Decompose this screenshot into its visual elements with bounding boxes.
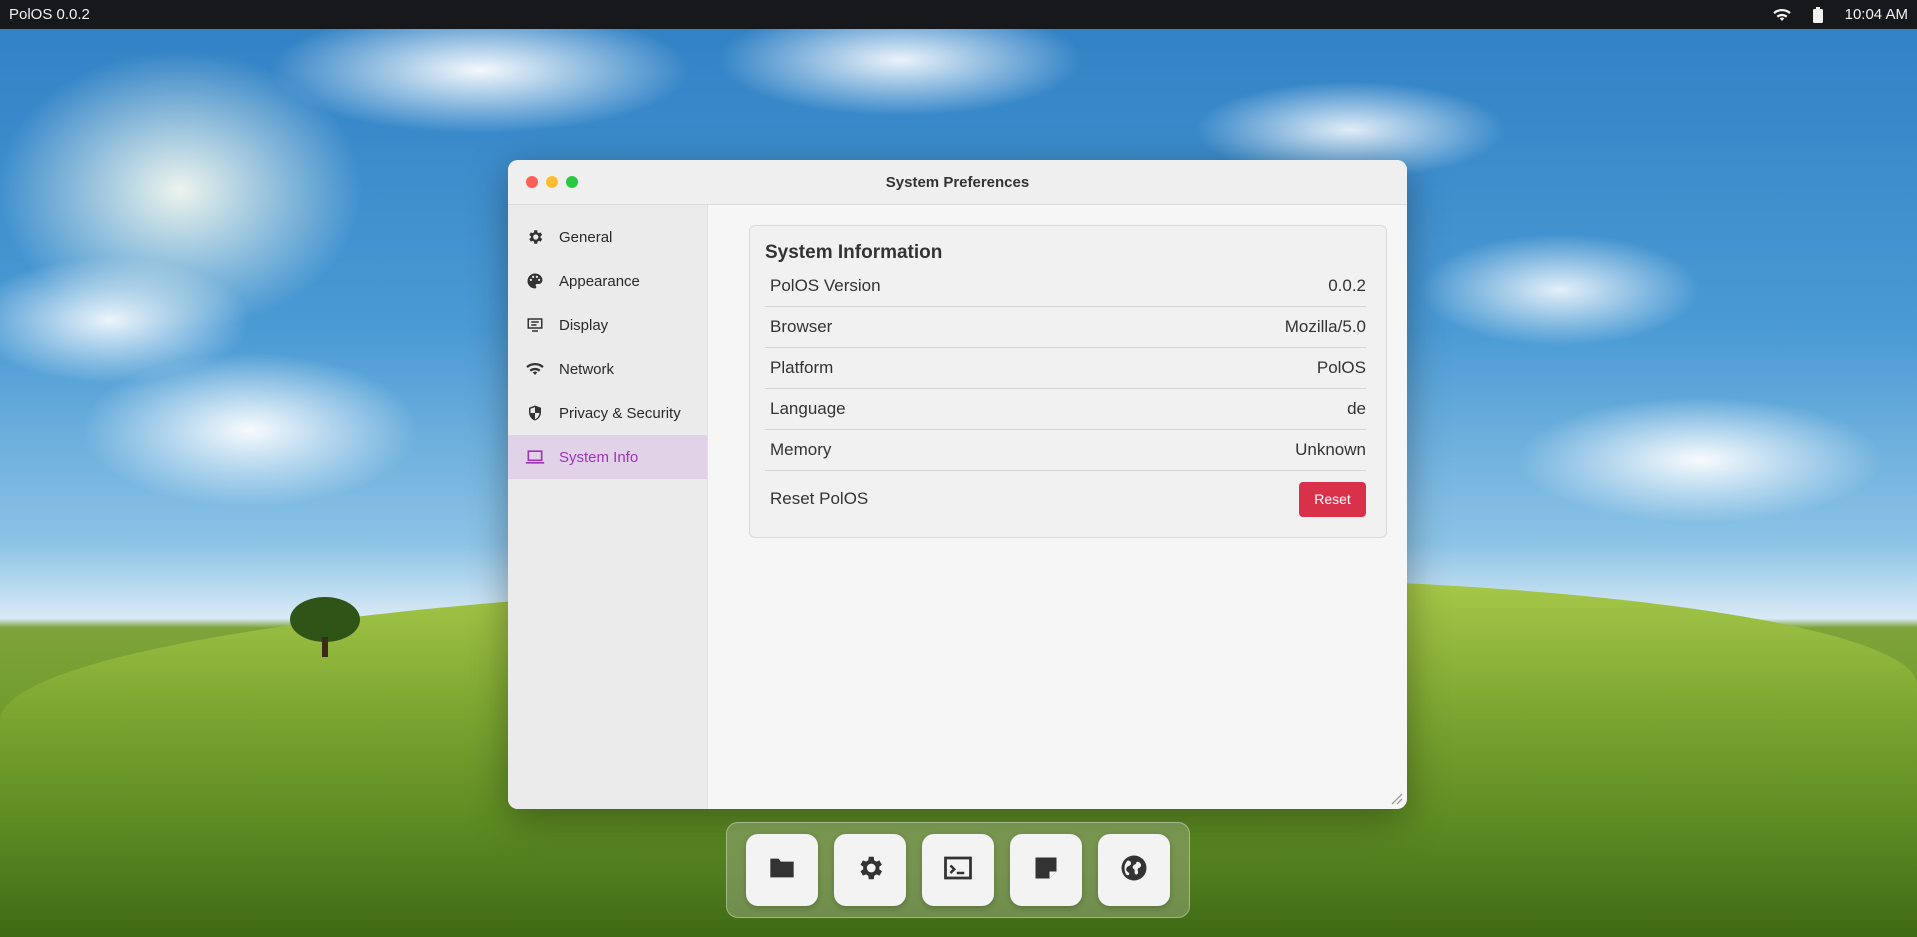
display-icon <box>525 315 545 335</box>
info-label: Language <box>770 399 846 418</box>
sidebar-item-label: General <box>559 228 613 246</box>
sidebar-item-network[interactable]: Network <box>508 347 707 391</box>
sidebar-item-label: System Info <box>559 448 639 466</box>
system-preferences-window: System Preferences General Appearance Di… <box>508 160 1407 809</box>
sidebar-item-label: Appearance <box>559 272 640 290</box>
battery-icon[interactable] <box>1812 6 1823 23</box>
wifi-icon[interactable] <box>1772 8 1791 22</box>
window-titlebar[interactable]: System Preferences <box>508 160 1407 205</box>
info-label: PolOS Version <box>770 276 881 295</box>
reset-button[interactable]: Reset <box>1299 481 1366 517</box>
settings-icon <box>855 853 885 888</box>
dock-notes-button[interactable] <box>1010 834 1082 906</box>
info-label: Platform <box>770 358 834 377</box>
window-title: System Preferences <box>885 173 1030 191</box>
sidebar-item-system-info[interactable]: System Info <box>508 435 707 479</box>
preferences-content: System Information PolOS Version 0.0.2 B… <box>709 205 1407 809</box>
wifi-icon <box>525 359 545 379</box>
info-value: de <box>1347 399 1366 418</box>
dock <box>726 822 1190 918</box>
info-value: PolOS <box>1316 358 1366 377</box>
clock[interactable]: 10:04 AM <box>1845 6 1908 23</box>
system-information-card: System Information PolOS Version 0.0.2 B… <box>749 225 1387 538</box>
info-label: Memory <box>770 440 832 459</box>
sidebar-item-label: Display <box>559 316 609 334</box>
reset-label: Reset PolOS <box>770 489 869 508</box>
sidebar-item-label: Privacy & Security <box>559 404 681 422</box>
info-row-platform: Platform PolOS <box>765 348 1366 389</box>
dock-files-button[interactable] <box>746 834 818 906</box>
info-value: Mozilla/5.0 <box>1284 317 1366 336</box>
info-row-version: PolOS Version 0.0.2 <box>765 266 1366 307</box>
close-window-button[interactable] <box>526 176 538 188</box>
palette-icon <box>525 271 545 291</box>
sidebar-item-display[interactable]: Display <box>508 303 707 347</box>
sidebar-item-label: Network <box>559 360 615 378</box>
section-title: System Information <box>765 242 943 263</box>
shield-icon <box>525 403 545 423</box>
folder-icon <box>768 856 796 885</box>
terminal-icon <box>943 855 973 886</box>
dock-settings-button[interactable] <box>834 834 906 906</box>
sidebar-item-general[interactable]: General <box>508 215 707 259</box>
sidebar-item-privacy-security[interactable]: Privacy & Security <box>508 391 707 435</box>
reset-row: Reset PolOS Reset <box>765 471 1366 527</box>
gear-icon <box>525 227 545 247</box>
resize-handle-icon[interactable] <box>1387 789 1403 805</box>
maximize-window-button[interactable] <box>566 176 578 188</box>
info-value: Unknown <box>1295 440 1366 459</box>
os-version-label: PolOS 0.0.2 <box>9 6 90 23</box>
info-row-browser: Browser Mozilla/5.0 <box>765 307 1366 348</box>
info-row-memory: Memory Unknown <box>765 430 1366 471</box>
sidebar-item-appearance[interactable]: Appearance <box>508 259 707 303</box>
notes-icon <box>1032 854 1060 887</box>
dock-terminal-button[interactable] <box>922 834 994 906</box>
minimize-window-button[interactable] <box>546 176 558 188</box>
preferences-sidebar: General Appearance Display Network Priva… <box>508 205 708 809</box>
dock-browser-button[interactable] <box>1098 834 1170 906</box>
wallpaper-tree <box>290 597 360 657</box>
top-menu-bar: PolOS 0.0.2 10:04 AM <box>0 0 1917 29</box>
info-label: Browser <box>770 317 833 336</box>
laptop-icon <box>525 447 545 467</box>
info-value: 0.0.2 <box>1328 276 1366 295</box>
info-row-language: Language de <box>765 389 1366 430</box>
globe-icon <box>1119 853 1149 888</box>
